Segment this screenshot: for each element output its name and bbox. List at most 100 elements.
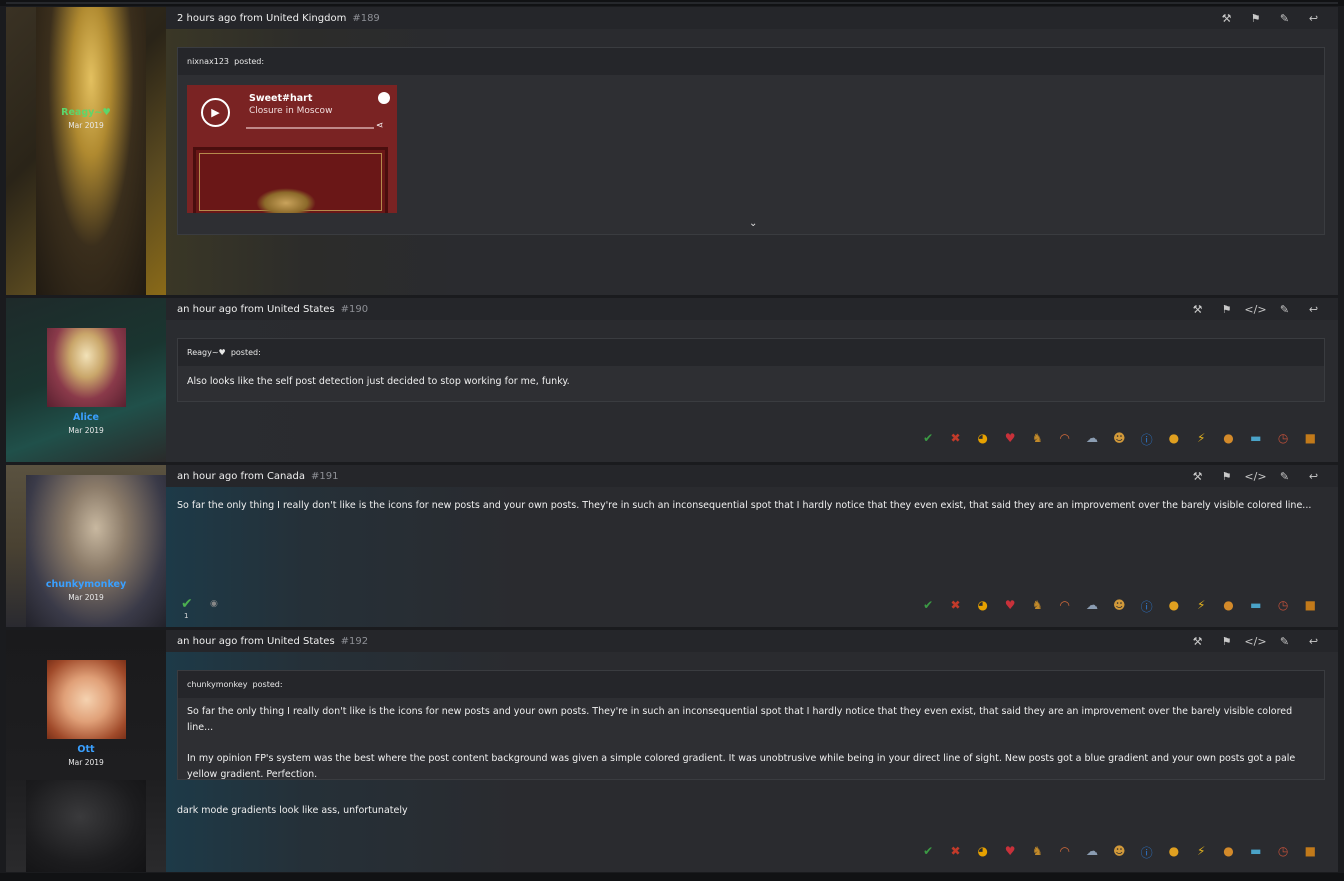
zing-icon[interactable]: ⚡	[1188, 844, 1215, 861]
optimistic-icon[interactable]: ▬	[1242, 598, 1269, 615]
idea-icon[interactable]: ●	[1160, 598, 1187, 615]
pencil-icon[interactable]: ✎	[1270, 12, 1299, 25]
smart-icon[interactable]: ☻	[1106, 598, 1133, 615]
quote-suffix: posted:	[230, 348, 261, 357]
flag-icon[interactable]: ⚑	[1241, 12, 1270, 25]
quote-author[interactable]: nixnax123	[187, 57, 229, 66]
reply-icon[interactable]: ↩	[1299, 635, 1328, 648]
friendly-icon[interactable]: ●	[1215, 431, 1242, 448]
late-reply-icon[interactable]: ◷	[1269, 431, 1296, 448]
post-actions: ⚒ ⚑ </> ✎ ↩	[1183, 465, 1328, 487]
embed-track: Closure in Moscow	[249, 106, 333, 116]
disagree-icon[interactable]: ✖	[942, 844, 969, 861]
eye-icon[interactable]: ◉	[210, 599, 218, 609]
disagree-icon[interactable]: ✖	[942, 431, 969, 448]
username[interactable]: Alice	[6, 412, 166, 423]
artistic-icon[interactable]: ◠	[1051, 431, 1078, 448]
optimistic-icon[interactable]: ▬	[1242, 431, 1269, 448]
post-192: Ott Mar 2019 an hour ago from United Sta…	[6, 630, 1338, 872]
informative-icon[interactable]: ⓘ	[1133, 844, 1160, 861]
post-actions: ⚒ ⚑ ✎ ↩	[1212, 7, 1328, 29]
artistic-icon[interactable]: ◠	[1051, 844, 1078, 861]
flag-icon[interactable]: ⚑	[1212, 303, 1241, 316]
late-icon[interactable]: ☁	[1078, 598, 1105, 615]
progress-bar[interactable]	[246, 127, 374, 129]
pencil-icon[interactable]: ✎	[1270, 303, 1299, 316]
post-number[interactable]: #190	[341, 304, 368, 315]
pencil-icon[interactable]: ✎	[1270, 635, 1299, 648]
love-icon[interactable]: ♥	[996, 598, 1023, 615]
winner-icon[interactable]: ♞	[1024, 431, 1051, 448]
post-number[interactable]: #191	[311, 471, 338, 482]
box-icon[interactable]: ■	[1297, 844, 1324, 861]
hammer-icon[interactable]: ⚒	[1212, 12, 1241, 25]
code-icon[interactable]: </>	[1241, 635, 1270, 648]
informative-icon[interactable]: ⓘ	[1133, 598, 1160, 615]
avatar[interactable]	[47, 660, 126, 739]
reply-icon[interactable]: ↩	[1299, 12, 1328, 25]
funny-icon[interactable]: ◕	[969, 431, 996, 448]
reaction-bar: ✔ ✖ ◕ ♥ ♞ ◠ ☁ ☻ ⓘ ● ⚡ ● ▬ ◷ ■	[915, 844, 1324, 861]
flag-icon[interactable]: ⚑	[1212, 470, 1241, 483]
avatar[interactable]	[47, 328, 126, 407]
box-icon[interactable]: ■	[1297, 598, 1324, 615]
informative-icon[interactable]: ⓘ	[1133, 431, 1160, 448]
friendly-icon[interactable]: ●	[1215, 844, 1242, 861]
late-icon[interactable]: ☁	[1078, 844, 1105, 861]
agree-icon[interactable]: ✔	[915, 598, 942, 615]
funny-icon[interactable]: ◕	[969, 844, 996, 861]
agree-icon[interactable]: ✔	[181, 596, 193, 612]
rating-count: 1	[184, 612, 189, 620]
username[interactable]: Ott	[6, 744, 166, 755]
post-content: 2 hours ago from United Kingdom #189 ⚒ ⚑…	[166, 7, 1338, 295]
winner-icon[interactable]: ♞	[1024, 844, 1051, 861]
disagree-icon[interactable]: ✖	[942, 598, 969, 615]
play-icon[interactable]: ▶	[201, 98, 230, 127]
love-icon[interactable]: ♥	[996, 431, 1023, 448]
flag-icon[interactable]: ⚑	[1212, 635, 1241, 648]
reply-icon[interactable]: ↩	[1299, 470, 1328, 483]
share-icon[interactable]: ⋖	[376, 121, 384, 131]
love-icon[interactable]: ♥	[996, 844, 1023, 861]
quote-body: So far the only thing I really don't lik…	[178, 698, 1324, 791]
reply-icon[interactable]: ↩	[1299, 303, 1328, 316]
post-content: an hour ago from Canada #191 ⚒ ⚑ </> ✎ ↩…	[166, 465, 1338, 627]
username[interactable]: Reagy~♥	[6, 107, 166, 118]
late-reply-icon[interactable]: ◷	[1269, 844, 1296, 861]
late-icon[interactable]: ☁	[1078, 431, 1105, 448]
hammer-icon[interactable]: ⚒	[1183, 470, 1212, 483]
chevron-down-icon[interactable]: ⌄	[749, 218, 757, 229]
smart-icon[interactable]: ☻	[1106, 844, 1133, 861]
idea-icon[interactable]: ●	[1160, 844, 1187, 861]
agree-icon[interactable]: ✔	[915, 844, 942, 861]
post-number[interactable]: #192	[341, 636, 368, 647]
avatar[interactable]	[26, 475, 166, 627]
optimistic-icon[interactable]: ▬	[1242, 844, 1269, 861]
pencil-icon[interactable]: ✎	[1270, 470, 1299, 483]
box-icon[interactable]: ■	[1297, 431, 1324, 448]
late-reply-icon[interactable]: ◷	[1269, 598, 1296, 615]
quote-author[interactable]: Reagy~♥	[187, 348, 226, 357]
hammer-icon[interactable]: ⚒	[1183, 635, 1212, 648]
zing-icon[interactable]: ⚡	[1188, 598, 1215, 615]
agree-icon[interactable]: ✔	[915, 431, 942, 448]
code-icon[interactable]: </>	[1241, 470, 1270, 483]
avatar[interactable]	[36, 7, 146, 295]
post-meta: 2 hours ago from United Kingdom	[177, 12, 347, 24]
quote-block: chunkymonkey posted: So far the only thi…	[177, 670, 1325, 780]
code-icon[interactable]: </>	[1241, 303, 1270, 316]
winner-icon[interactable]: ♞	[1024, 598, 1051, 615]
idea-icon[interactable]: ●	[1160, 431, 1187, 448]
artistic-icon[interactable]: ◠	[1051, 598, 1078, 615]
quote-author[interactable]: chunkymonkey	[187, 680, 247, 689]
friendly-icon[interactable]: ●	[1215, 598, 1242, 615]
post-number[interactable]: #189	[352, 13, 379, 24]
smart-icon[interactable]: ☻	[1106, 431, 1133, 448]
spotify-embed[interactable]: ▶ Sweet#hart Closure in Moscow ⋖	[187, 85, 397, 213]
funny-icon[interactable]: ◕	[969, 598, 996, 615]
username[interactable]: chunkymonkey	[6, 579, 166, 590]
user-panel: Ott Mar 2019	[6, 630, 166, 872]
zing-icon[interactable]: ⚡	[1188, 431, 1215, 448]
hammer-icon[interactable]: ⚒	[1183, 303, 1212, 316]
post-meta: an hour ago from United States	[177, 303, 335, 315]
